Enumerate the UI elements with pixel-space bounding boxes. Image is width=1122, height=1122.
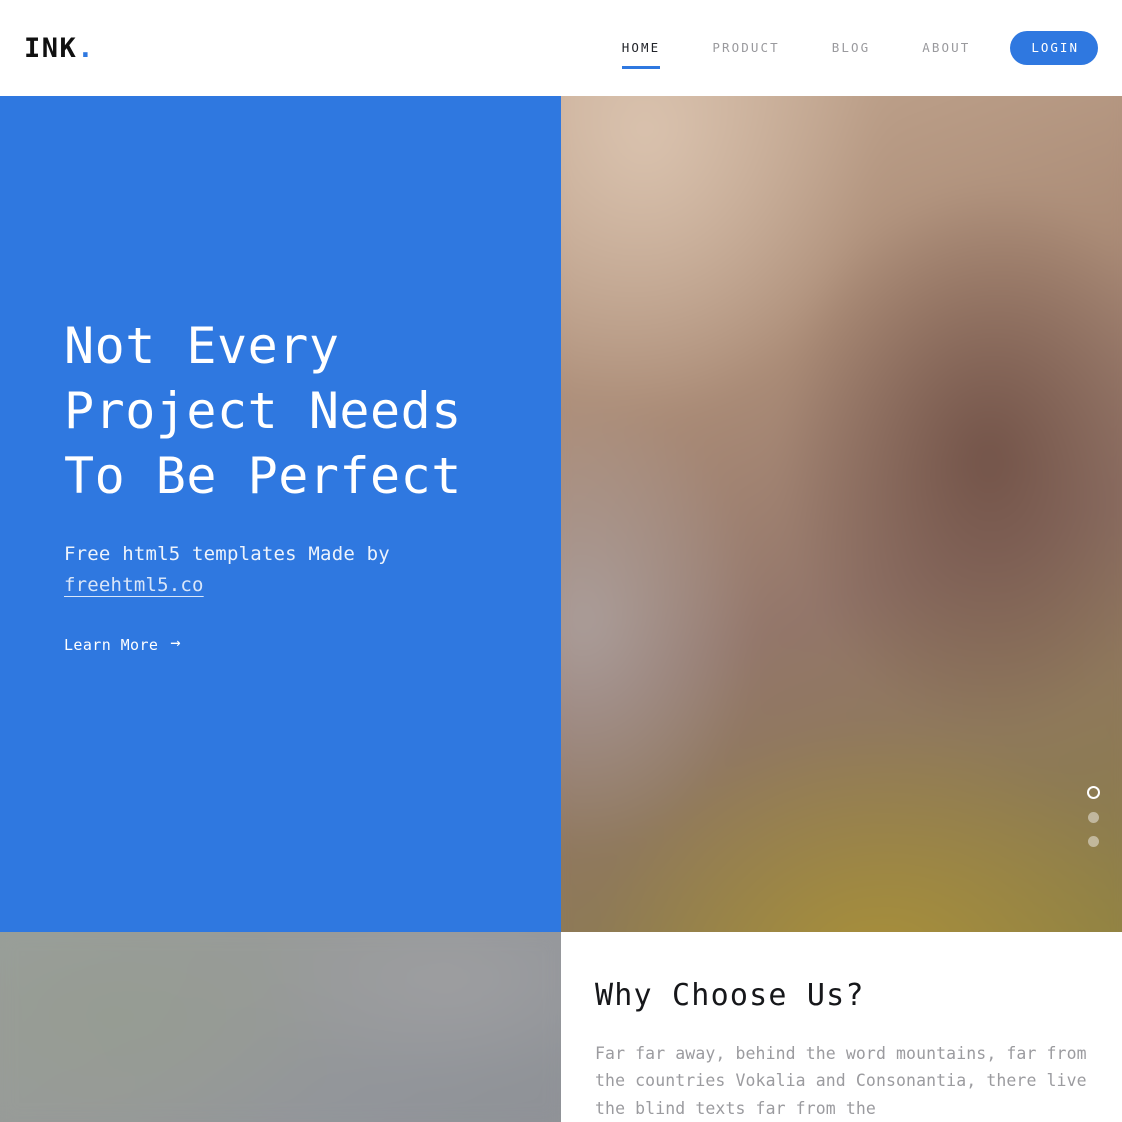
nav-item-product[interactable]: PRODUCT [686, 36, 805, 61]
why-choose-us-title: Why Choose Us? [595, 978, 865, 1013]
brand-logo[interactable]: INK. [24, 35, 95, 62]
brand-logo-text: INK [24, 32, 78, 64]
nav-item-about[interactable]: ABOUT [896, 36, 996, 61]
slider-dot-2[interactable] [1088, 812, 1099, 823]
hero-text-panel: Not Every Project Needs To Be Perfect Fr… [0, 96, 561, 932]
nav-item-blog[interactable]: BLOG [806, 36, 897, 61]
why-choose-us-section: Why Choose Us? Far far away, behind the … [0, 932, 1122, 1122]
why-choose-us-image [0, 932, 561, 1122]
hero-image-panel [561, 96, 1122, 932]
main-nav: HOME PRODUCT BLOG ABOUT LOGIN [596, 30, 1098, 69]
brand-logo-dot: . [77, 32, 96, 64]
slider-dot-3[interactable] [1088, 836, 1099, 847]
hero-title-line-3: To Be Perfect [64, 447, 462, 506]
why-choose-us-body: Far far away, behind the word mountains,… [595, 1044, 1087, 1118]
why-choose-us-photo [0, 932, 561, 1122]
learn-more-link[interactable]: Learn More → [64, 633, 181, 654]
slider-dot-1[interactable] [1087, 786, 1100, 799]
hero-section: Not Every Project Needs To Be Perfect Fr… [0, 96, 1122, 932]
why-choose-us-copy: Why Choose Us? Far far away, behind the … [561, 932, 1122, 1122]
site-header: INK. HOME PRODUCT BLOG ABOUT LOGIN [0, 0, 1122, 96]
hero-subtitle-text: Free html5 templates Made by [64, 543, 390, 566]
learn-more-label: Learn More [64, 635, 159, 654]
page-root: INK. HOME PRODUCT BLOG ABOUT LOGIN Not E… [0, 0, 1122, 1122]
hero-title-line-1: Not Every [64, 317, 340, 376]
hero-subtitle: Free html5 templates Made by freehtml5.c… [64, 539, 464, 599]
arrow-right-icon: → [170, 633, 181, 654]
hero-title: Not Every Project Needs To Be Perfect [64, 314, 497, 509]
hero-subtitle-link[interactable]: freehtml5.co [64, 574, 204, 596]
hero-title-line-2: Project Needs [64, 382, 462, 441]
nav-item-home[interactable]: HOME [596, 36, 687, 69]
login-button[interactable]: LOGIN [1010, 30, 1098, 66]
slider-pagination [1087, 786, 1100, 847]
hero-background-photo [561, 96, 1122, 932]
